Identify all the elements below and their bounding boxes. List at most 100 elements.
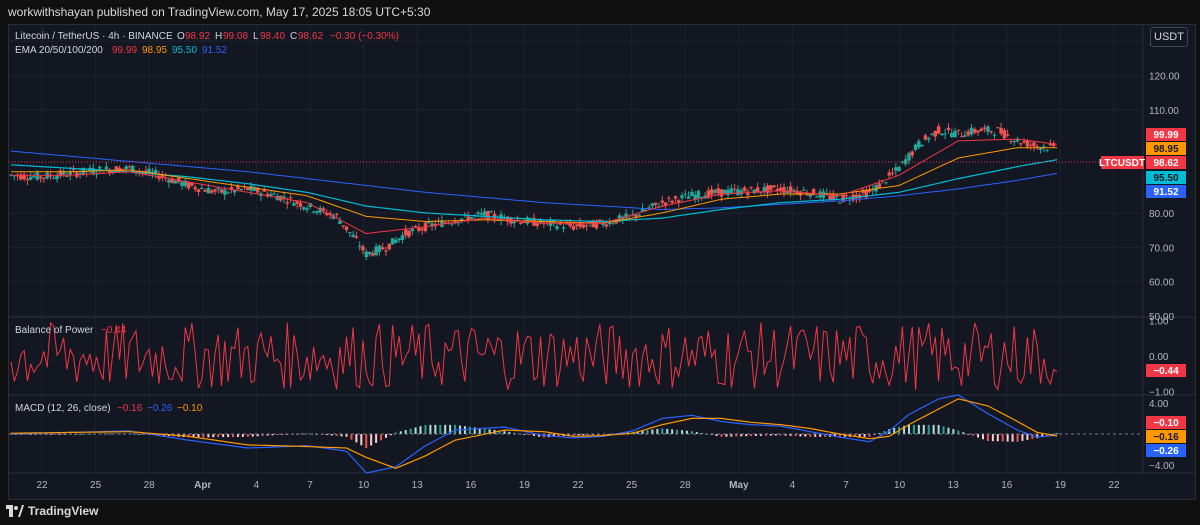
price-axis-ticks[interactable]: 130.00120.00110.0080.0070.0060.0050.001.…: [1149, 37, 1180, 472]
ema100-badge-text: 95.50: [1153, 173, 1178, 184]
time-tick-label: 16: [465, 480, 477, 491]
time-tick-label: 13: [948, 480, 960, 491]
candle-body: [844, 195, 849, 197]
price-legend: Litecoin / TetherUS · 4h · BINANCE O 98.…: [15, 31, 399, 56]
macd-badge-text: −0.16: [1153, 432, 1179, 443]
candle-body: [364, 251, 368, 258]
candle-body: [923, 135, 928, 140]
candle-body: [650, 203, 655, 206]
candle-body: [367, 251, 372, 255]
open-label: O: [177, 31, 185, 42]
candle-body: [213, 189, 217, 192]
candle-body: [512, 221, 516, 224]
candle-body: [996, 127, 1000, 129]
candle-body: [196, 189, 201, 192]
candle-body: [209, 190, 214, 193]
candle-body: [407, 230, 411, 237]
macd-hist-bar: [380, 434, 383, 441]
candle-body: [239, 189, 243, 191]
time-tick-label: 25: [90, 480, 102, 491]
candle-body: [713, 190, 717, 193]
candle-body: [1032, 142, 1036, 147]
time-tick-label: 13: [412, 480, 424, 491]
macd-hist-bar: [375, 434, 378, 443]
candle-body: [469, 217, 474, 220]
macd-hist-bar: [937, 424, 940, 434]
bop-badge-text: −0.44: [1153, 366, 1179, 377]
candle-body: [772, 185, 776, 188]
candle-body: [950, 132, 954, 138]
time-tick-label: 16: [1001, 480, 1013, 491]
candle-body: [1045, 149, 1049, 151]
macd-hist-bar: [444, 424, 447, 434]
macd-hist-bar: [695, 432, 698, 434]
candle-body: [482, 211, 487, 216]
candle-body: [976, 130, 980, 133]
tradingview-logo[interactable]: TradingView: [6, 504, 98, 518]
candle-body: [371, 252, 375, 256]
ema20-badge-text: 99.99: [1153, 130, 1178, 141]
candle-body: [29, 176, 33, 180]
macd-hist-bar: [690, 431, 693, 434]
time-axis-ticks[interactable]: 22 25 28 Apr 4 7 10 13 16 19 22 25 28 May 4 7 10 13 16 19 22: [36, 480, 1120, 491]
candles: [9, 123, 1056, 261]
candle-body: [943, 133, 947, 135]
candle-body: [403, 229, 408, 236]
macd-hist-bar: [79, 433, 82, 435]
candle-body: [200, 188, 204, 190]
candle-body: [982, 127, 987, 129]
macd-hist-bar: [54, 434, 57, 435]
currency-button[interactable]: USDT: [1150, 27, 1188, 47]
macd-hist-bar: [424, 424, 427, 434]
candle-body: [877, 183, 882, 189]
candle-body: [535, 223, 540, 226]
macd-legend-v3: −0.10: [177, 403, 203, 414]
candle-body: [288, 197, 293, 199]
candle-body: [295, 201, 299, 204]
ema50-badge-text: 98.95: [1153, 144, 1178, 155]
candle-body: [167, 179, 171, 183]
price-tick-label: 70.00: [1149, 243, 1174, 254]
macd-hist-bar: [246, 434, 249, 437]
close-value: 98.62: [298, 31, 323, 42]
candle-body: [413, 225, 418, 227]
macd-hist-bar: [404, 430, 407, 434]
candle-body: [555, 226, 559, 230]
candle-body: [65, 175, 69, 177]
candle-body: [285, 202, 290, 204]
candle-body: [272, 193, 276, 195]
bop-legend-value: −0.44: [101, 325, 127, 336]
bop-legend: Balance of Power −0.44: [15, 325, 127, 336]
candle-body: [792, 190, 796, 192]
macd-hist-bar: [907, 424, 910, 434]
candle-body: [683, 193, 688, 195]
candle-body: [920, 144, 924, 147]
bop-tick-label: 1.00: [1149, 317, 1169, 328]
low-label: L: [253, 31, 259, 42]
ema100-value: 95.50: [172, 45, 197, 56]
macd-hist-bar: [468, 426, 471, 434]
macd-hist-bar: [986, 434, 989, 442]
candle-body: [986, 126, 990, 132]
macd-hist-bar: [972, 434, 975, 436]
bop-title: Balance of Power: [15, 325, 94, 336]
candle-body: [315, 211, 319, 213]
candle-body: [387, 243, 391, 250]
footer-bar: TradingView: [0, 500, 1200, 525]
candle-body: [680, 195, 684, 199]
close-label: C: [290, 31, 297, 42]
macd-hist-bar: [666, 428, 669, 434]
candle-body: [611, 223, 615, 225]
candle-body: [519, 222, 523, 224]
candle-body: [203, 190, 207, 192]
candle-body: [637, 214, 641, 216]
chart-svg[interactable]: 130.00120.00110.0080.0070.0060.0050.001.…: [9, 25, 1195, 499]
ema200-badge-text: 91.52: [1153, 187, 1178, 198]
macd-hist-bar: [912, 424, 915, 434]
candle-body: [686, 196, 691, 199]
candle-body: [815, 196, 819, 198]
candle-body: [709, 189, 714, 195]
chart-frame[interactable]: 130.00120.00110.0080.0070.0060.0050.001.…: [8, 24, 1196, 500]
macd-hist-bar: [927, 424, 930, 434]
high-value: 99.08: [223, 31, 248, 42]
